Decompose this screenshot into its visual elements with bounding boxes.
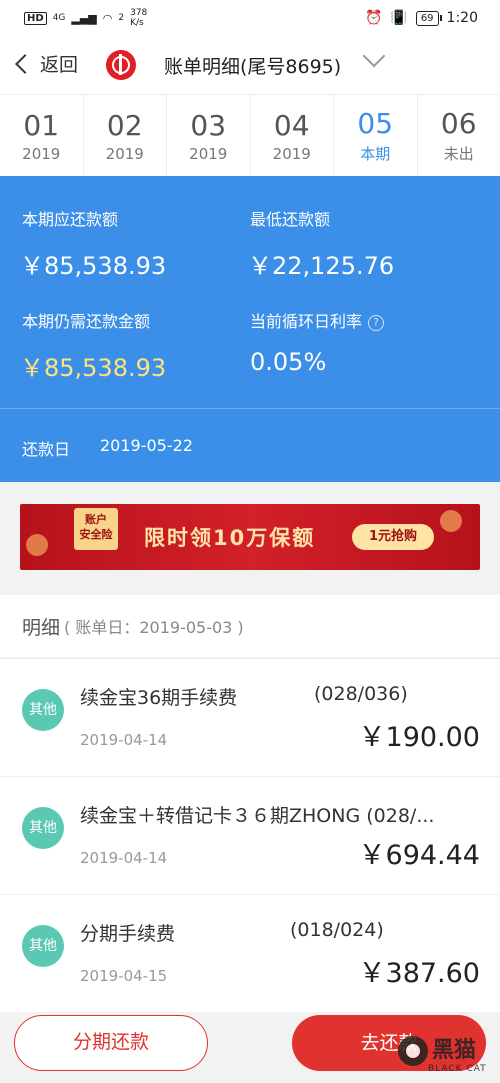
- status-left: HD 4G ▂▄▆ ◠ 2 378 K/s: [24, 8, 147, 28]
- tab-period-02[interactable]: 02 2019: [84, 95, 167, 176]
- detail-title: 明细: [22, 616, 61, 639]
- banner-tag-line2: 安全险: [79, 528, 113, 541]
- network-indicator: 4G: [52, 12, 66, 23]
- tab-month: 05: [357, 107, 394, 140]
- min-payment-value: ￥22,125.76: [248, 252, 395, 280]
- back-label: 返回: [40, 54, 79, 76]
- question-icon[interactable]: ?: [368, 315, 385, 331]
- remaining-amount-value: ￥85,538.93: [20, 354, 167, 382]
- tab-month: 02: [106, 108, 143, 142]
- lantern-icon: [440, 510, 462, 532]
- watermark: 黑猫 BLACK CAT: [398, 1032, 494, 1076]
- due-date-value: 2019-05-22: [100, 436, 193, 455]
- wifi-level: 2: [118, 12, 125, 23]
- due-amount-label: 本期应还款额: [22, 210, 119, 229]
- due-amount-value: ￥85,538.93: [20, 252, 167, 280]
- chevron-down-icon[interactable]: [362, 44, 386, 68]
- installment-seq: (028/036): [314, 683, 408, 705]
- tab-month: 04: [273, 108, 310, 142]
- category-badge: 其他: [22, 689, 64, 731]
- transaction-name: 分期手续费: [80, 923, 176, 945]
- banner-buy-button[interactable]: 1元抢购: [352, 524, 434, 550]
- clock: 1:20: [446, 10, 478, 26]
- tab-year: 本期: [360, 145, 391, 163]
- tab-month: 01: [23, 108, 60, 142]
- transaction-amount: ￥387.60: [358, 958, 480, 989]
- daily-rate-label-text: 当前循环日利率: [250, 312, 363, 331]
- list-item[interactable]: 其他 分期手续费 (018/024) 2019-04-15 ￥387.60: [0, 894, 500, 1012]
- tab-year: 2019: [105, 144, 144, 163]
- tab-year: 未出: [443, 145, 474, 163]
- detail-header: 明细 ( 账单日：2019-05-03 ): [0, 595, 500, 657]
- status-right: ⏰ 📳 69 1:20: [365, 10, 478, 26]
- statement-date: ( 账单日：2019-05-03 ): [64, 618, 244, 637]
- transaction-amount: ￥190.00: [358, 722, 480, 753]
- promo-banner[interactable]: 账户 安全险 限时领10万保额 1元抢购: [20, 504, 480, 570]
- chevron-left-icon: [15, 53, 35, 74]
- list-item[interactable]: 其他 续金宝36期手续费 (028/036) 2019-04-14 ￥190.0…: [0, 658, 500, 776]
- speed-unit: K/s: [130, 18, 144, 28]
- transaction-amount: ￥694.44: [358, 840, 480, 871]
- tab-month: 06: [440, 107, 477, 140]
- tab-period-06[interactable]: 06 未出: [418, 95, 500, 176]
- banner-text: 限时领10万保额: [144, 526, 316, 550]
- watermark-text: 黑猫: [432, 1038, 477, 1063]
- banner-tag-line1: 账户: [85, 513, 107, 526]
- wifi-icon: ◠: [102, 11, 113, 25]
- due-date-label: 还款日: [22, 440, 71, 459]
- signal-icon: ▂▄▆: [71, 11, 97, 25]
- transaction-date: 2019-04-14: [80, 849, 168, 867]
- status-bar: HD 4G ▂▄▆ ◠ 2 378 K/s ⏰ 📳 69 1:20: [0, 0, 500, 36]
- transaction-name: 续金宝＋转借记卡３６期ZHONG (028/...: [80, 805, 435, 827]
- vibrate-icon: 📳: [390, 10, 408, 26]
- tab-year: 2019: [189, 144, 228, 163]
- divider: [0, 408, 500, 409]
- remaining-amount-label: 本期仍需还款金额: [22, 312, 151, 331]
- daily-rate-value: 0.05%: [250, 348, 327, 376]
- speed-value: 378: [130, 8, 148, 18]
- tab-period-01[interactable]: 01 2019: [0, 95, 84, 176]
- alarm-icon: ⏰: [364, 10, 383, 26]
- battery-icon: 69: [415, 10, 442, 26]
- network-speed: 378 K/s: [130, 8, 147, 28]
- bill-summary: 本期应还款额 ￥85,538.93 最低还款额 ￥22,125.76 本期仍需还…: [0, 176, 500, 482]
- transaction-list: 其他 续金宝36期手续费 (028/036) 2019-04-14 ￥190.0…: [0, 658, 500, 1012]
- watermark-sub: BLACK CAT: [428, 1064, 487, 1074]
- installment-repay-button[interactable]: 分期还款: [14, 1015, 208, 1071]
- banner-tag: 账户 安全险: [74, 508, 118, 550]
- transaction-date: 2019-04-14: [80, 731, 168, 749]
- back-button[interactable]: 返回: [15, 50, 79, 77]
- tab-month: 03: [190, 108, 227, 142]
- tab-year: 2019: [22, 144, 61, 163]
- tab-year: 2019: [272, 144, 311, 163]
- period-tabs: 01 2019 02 2019 03 2019 04 2019 05 本期 06…: [0, 94, 500, 176]
- flower-icon: [26, 534, 48, 556]
- daily-rate-label: 当前循环日利率?: [250, 308, 385, 332]
- transaction-name: 续金宝36期手续费: [80, 687, 238, 709]
- nav-bar: 返回 账单明细(尾号8695): [0, 36, 500, 94]
- installment-seq: (018/024): [290, 919, 384, 941]
- list-item[interactable]: 其他 续金宝＋转借记卡３６期ZHONG (028/... 2019-04-14 …: [0, 776, 500, 894]
- hd-indicator: HD: [24, 11, 47, 25]
- tab-period-03[interactable]: 03 2019: [167, 95, 251, 176]
- bank-logo-icon: [106, 50, 136, 80]
- category-badge: 其他: [22, 807, 64, 849]
- category-badge: 其他: [22, 925, 64, 967]
- transaction-date: 2019-04-15: [80, 967, 168, 985]
- tab-period-04[interactable]: 04 2019: [251, 95, 334, 176]
- black-cat-logo-icon: [398, 1036, 428, 1066]
- min-payment-label: 最低还款额: [250, 210, 331, 229]
- tab-period-05[interactable]: 05 本期: [334, 95, 418, 176]
- page-title: 账单明细(尾号8695): [164, 56, 342, 78]
